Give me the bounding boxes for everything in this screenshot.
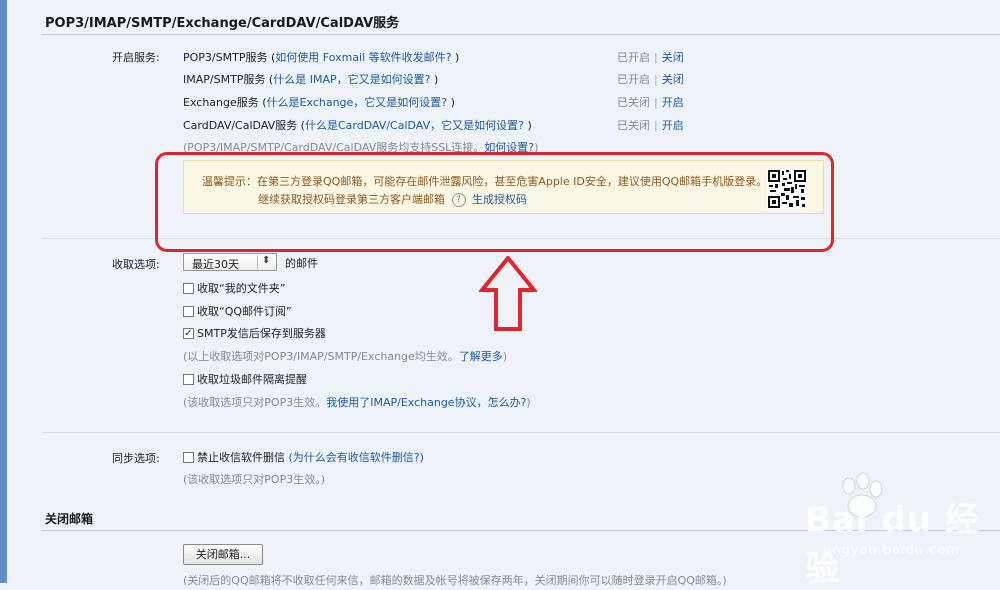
checkbox[interactable] bbox=[183, 451, 194, 463]
up-arrow-annotation bbox=[479, 256, 537, 331]
option-qq-subscription[interactable]: 收取“QQ邮件订阅” bbox=[183, 303, 292, 319]
checkbox-checked[interactable]: ✓ bbox=[183, 327, 194, 339]
service-row-pop3: POP3/SMTP服务 (如何使用 Foxmail 等软件收发邮件? ) bbox=[183, 51, 460, 64]
enable-services-label: 开启服务: bbox=[112, 51, 160, 64]
option-spam-reminder[interactable]: 收取垃圾邮件隔离提醒 bbox=[183, 371, 307, 387]
service-toggle-link[interactable]: 关闭 bbox=[662, 51, 684, 64]
option-smtp-save[interactable]: ✓ SMTP发信后保存到服务器 bbox=[183, 325, 326, 341]
status-text: 已关闭 bbox=[617, 119, 650, 132]
service-row-carddav: CardDAV/CalDAV服务 (什么是CardDAV/CalDAV，它又是如… bbox=[183, 119, 532, 132]
status-text: 已开启 bbox=[617, 51, 650, 64]
services-section-title: POP3/IMAP/SMTP/Exchange/CardDAV/CalDAV服务 bbox=[45, 16, 400, 31]
fetch-options-label: 收取选项: bbox=[112, 258, 160, 271]
section-divider bbox=[42, 432, 1000, 433]
imap-exchange-help-link[interactable]: 我使用了IMAP/Exchange协议，怎么办? bbox=[326, 396, 526, 409]
close-mailbox-title: 关闭邮箱 bbox=[45, 512, 94, 526]
service-status-exchange: 已关闭 | 开启 bbox=[617, 96, 684, 109]
service-name: CardDAV/CalDAV服务 bbox=[183, 119, 298, 132]
service-name: IMAP/SMTP服务 bbox=[183, 73, 266, 86]
left-accent-strip bbox=[0, 0, 7, 583]
fetch-range-suffix: 的邮件 bbox=[285, 257, 318, 270]
service-toggle-link[interactable]: 关闭 bbox=[662, 73, 684, 86]
watermark-brand: Bai du 经验 bbox=[805, 500, 980, 589]
sync-options-label: 同步选项: bbox=[112, 452, 160, 465]
service-help-link[interactable]: 如何使用 Foxmail 等软件收发邮件? bbox=[275, 51, 451, 64]
fetch-note-1: (以上收取选项对POP3/IMAP/SMTP/Exchange均生效。了解更多) bbox=[183, 350, 508, 363]
service-toggle-link[interactable]: 开启 bbox=[662, 96, 684, 109]
checkbox[interactable] bbox=[183, 305, 194, 317]
learn-more-link[interactable]: 了解更多 bbox=[459, 350, 503, 363]
fetch-note-2: (该收取选项只对POP3生效。我使用了IMAP/Exchange协议，怎么办?) bbox=[183, 396, 531, 409]
section-divider bbox=[42, 34, 1000, 35]
service-name: POP3/SMTP服务 bbox=[183, 51, 268, 64]
status-text: 已关闭 bbox=[617, 96, 650, 109]
service-status-carddav: 已关闭 | 开启 bbox=[617, 119, 684, 132]
service-help-link[interactable]: 什么是 IMAP，它又是如何设置? bbox=[273, 73, 430, 86]
status-text: 已开启 bbox=[617, 73, 650, 86]
watermark-url: jingyan.baidu.com bbox=[823, 543, 960, 558]
service-toggle-link[interactable]: 开启 bbox=[662, 119, 684, 132]
service-help-link[interactable]: 什么是Exchange，它又是如何设置? bbox=[267, 96, 448, 109]
service-status-imap: 已开启 | 关闭 bbox=[617, 73, 684, 86]
close-mailbox-note: (关闭后的QQ邮箱将不收取任何来信，邮箱的数据及帐号将被保存两年，关闭期间你可以… bbox=[183, 574, 727, 587]
select-arrow-icon: ⬍ bbox=[262, 255, 271, 266]
service-status-pop3: 已开启 | 关闭 bbox=[617, 51, 684, 64]
service-name: Exchange服务 bbox=[183, 96, 259, 109]
service-row-exchange: Exchange服务 (什么是Exchange，它又是如何设置? ) bbox=[183, 96, 455, 109]
option-prevent-delete[interactable]: 禁止收信软件删信 (为什么会有收信软件删信?) bbox=[183, 449, 424, 465]
select-value: 最近30天 bbox=[192, 258, 239, 271]
checkbox[interactable] bbox=[183, 373, 194, 385]
checkbox[interactable] bbox=[183, 282, 194, 294]
close-mailbox-button[interactable]: 关闭邮箱... bbox=[183, 544, 263, 565]
baidu-watermark: Bai du 经验 jingyan.baidu.com bbox=[765, 470, 995, 589]
service-help-link[interactable]: 什么是CardDAV/CalDAV，它又是如何设置? bbox=[305, 119, 524, 132]
fetch-range-select[interactable]: 最近30天 ⬍ bbox=[183, 253, 277, 271]
option-my-folders[interactable]: 收取“我的文件夹” bbox=[183, 280, 285, 296]
sync-note: (该收取选项只对POP3生效。) bbox=[183, 473, 326, 486]
service-row-imap: IMAP/SMTP服务 (什么是 IMAP，它又是如何设置? ) bbox=[183, 73, 439, 86]
why-delete-link[interactable]: (为什么会有收信软件删信?) bbox=[289, 451, 424, 464]
highlight-box bbox=[155, 152, 834, 252]
